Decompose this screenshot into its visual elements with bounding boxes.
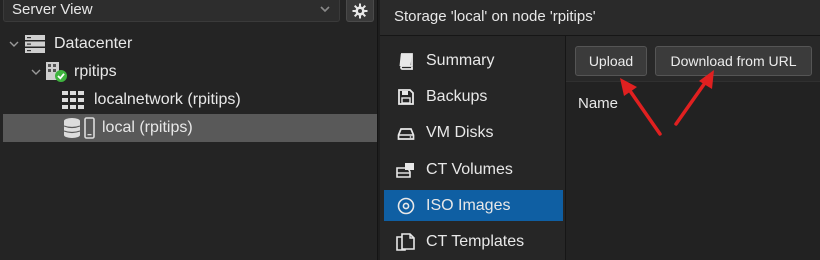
nav-item-summary[interactable]: Summary bbox=[384, 45, 563, 76]
node-online-icon bbox=[46, 62, 67, 82]
chevron-down-icon[interactable] bbox=[8, 38, 20, 50]
hard-drive-icon bbox=[396, 123, 416, 143]
nav-item-label: CT Volumes bbox=[426, 160, 513, 178]
disc-icon bbox=[396, 196, 416, 216]
column-header-name[interactable]: Name bbox=[578, 95, 618, 112]
floppy-disk-icon bbox=[396, 87, 416, 107]
view-selector-value: Server View bbox=[12, 1, 93, 18]
settings-button[interactable] bbox=[346, 0, 374, 22]
tree-node-label: Datacenter bbox=[54, 35, 133, 52]
tree-node-label: local (rpitips) bbox=[102, 119, 193, 136]
tree-node-datacenter[interactable]: Datacenter bbox=[0, 30, 377, 58]
nav-item-ct-templates[interactable]: CT Templates bbox=[384, 226, 563, 257]
toolbar: Upload Download from URL bbox=[566, 36, 820, 82]
nav-item-label: Backups bbox=[426, 87, 488, 105]
storage-subnav: Summary Backups VM Disks CT Volumes ISO … bbox=[380, 36, 566, 260]
nav-item-iso-images[interactable]: ISO Images bbox=[384, 190, 563, 221]
view-selector[interactable]: Server View bbox=[3, 0, 340, 22]
iso-images-panel: Upload Download from URL Name bbox=[566, 36, 820, 260]
upload-button[interactable]: Upload bbox=[575, 46, 647, 76]
template-icon bbox=[396, 232, 416, 252]
tree-node-label: localnetwork (rpitips) bbox=[94, 91, 241, 108]
chevron-down-icon bbox=[320, 6, 330, 13]
chevron-down-icon[interactable] bbox=[30, 66, 42, 78]
nav-item-label: VM Disks bbox=[426, 123, 494, 141]
nav-item-vm-disks[interactable]: VM Disks bbox=[384, 117, 563, 148]
nav-item-ct-volumes[interactable]: CT Volumes bbox=[384, 154, 563, 185]
content-header: Storage 'local' on node 'rpitips' bbox=[380, 0, 820, 36]
nav-item-label: ISO Images bbox=[426, 196, 511, 214]
tree-node-localnetwork[interactable]: localnetwork (rpitips) bbox=[0, 86, 377, 114]
container-volume-icon bbox=[396, 160, 416, 180]
tree-node-rpitips[interactable]: rpitips bbox=[0, 58, 377, 86]
tree-node-local[interactable]: local (rpitips) bbox=[3, 114, 377, 142]
tree-node-label: rpitips bbox=[74, 63, 117, 80]
gear-icon bbox=[352, 3, 368, 18]
storage-database-icon bbox=[63, 117, 95, 139]
resource-tree-pane: Server View Datacenter rpitips localnetw… bbox=[0, 0, 378, 260]
page-title: Storage 'local' on node 'rpitips' bbox=[394, 8, 596, 25]
book-icon bbox=[396, 51, 416, 71]
nav-item-label: Summary bbox=[426, 51, 495, 69]
resource-tree: Datacenter rpitips localnetwork (rpitips… bbox=[0, 30, 377, 142]
network-grid-icon bbox=[62, 91, 84, 109]
nav-item-label: CT Templates bbox=[426, 232, 525, 250]
nav-item-backups[interactable]: Backups bbox=[384, 81, 563, 112]
server-rack-icon bbox=[25, 35, 45, 53]
download-from-url-button[interactable]: Download from URL bbox=[655, 46, 812, 76]
